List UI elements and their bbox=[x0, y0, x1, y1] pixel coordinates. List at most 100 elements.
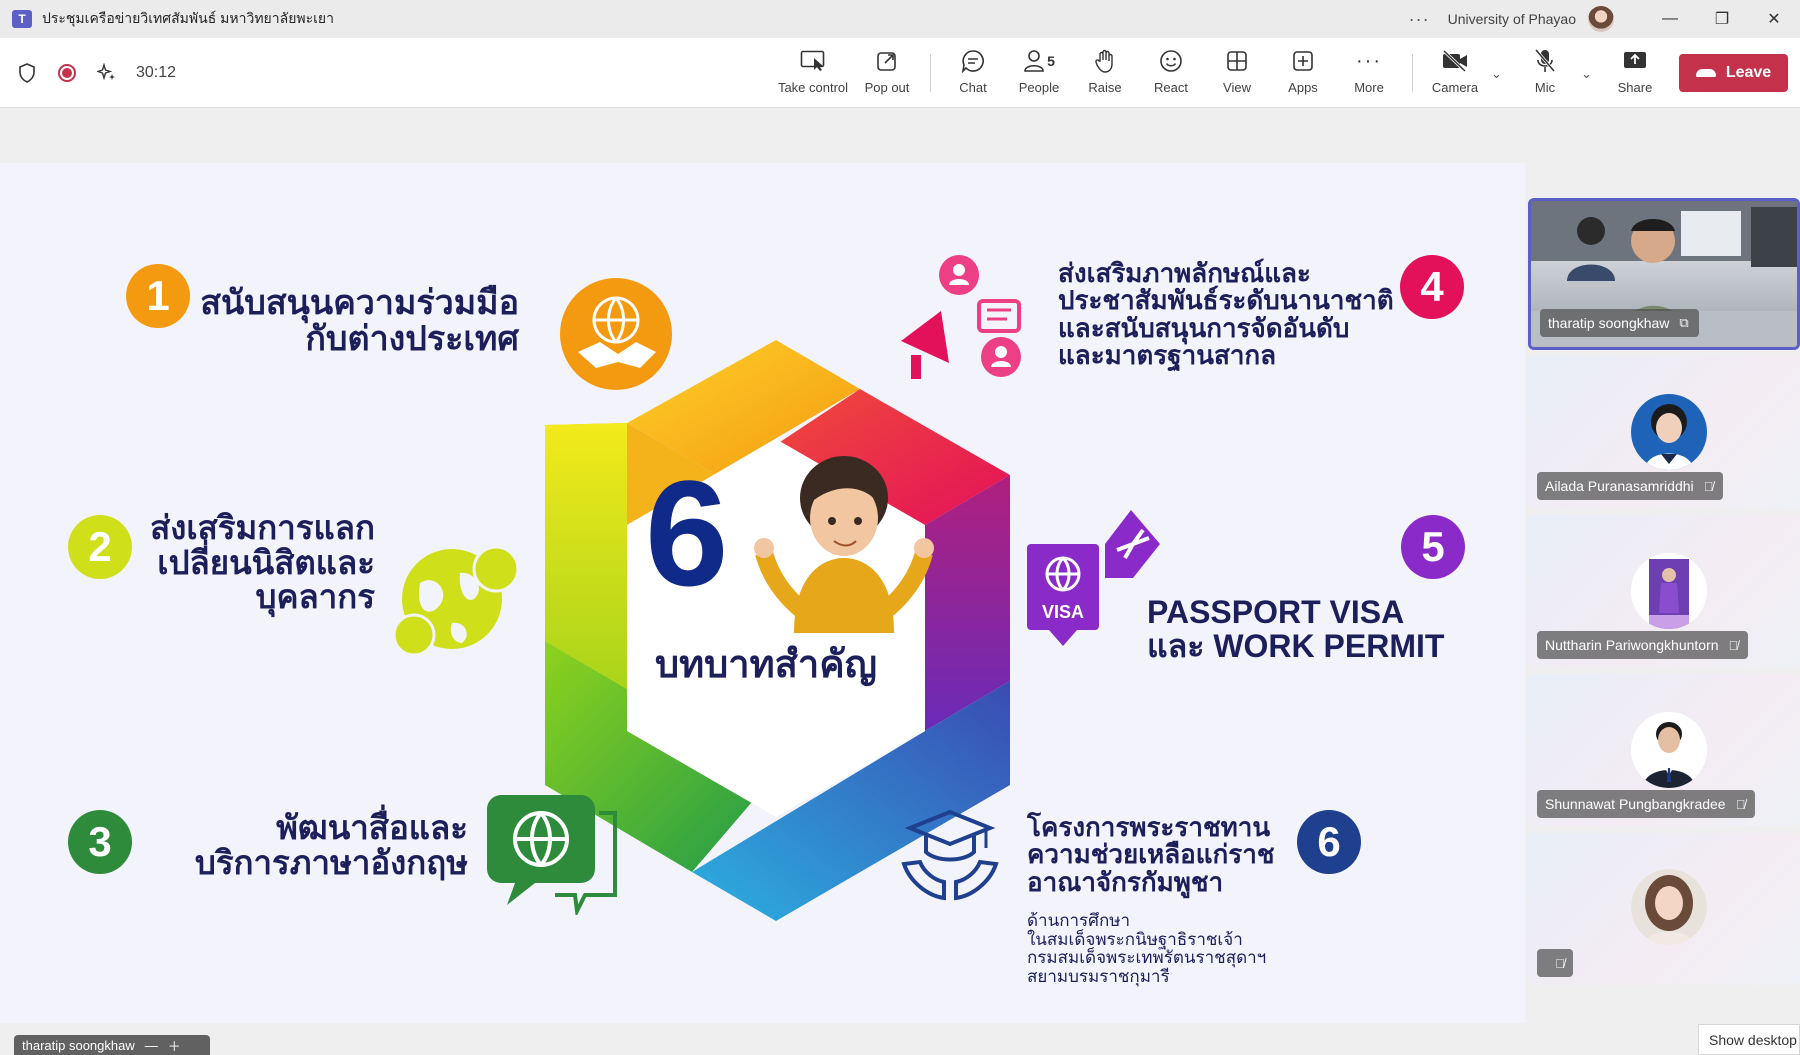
share-button[interactable]: Share bbox=[1598, 46, 1672, 102]
minimize-icon[interactable]: — bbox=[1644, 0, 1696, 38]
participant-avatar bbox=[1631, 869, 1707, 945]
item-4-line-4: และมาตรฐานสากล bbox=[1058, 339, 1277, 370]
item-2-line-3: บุคลากร bbox=[255, 578, 375, 616]
participant-tile[interactable]: Nuttharin Pariwongkhuntorn 🎙̸ bbox=[1528, 515, 1800, 667]
item-6-title: โครงการพระราชทาน ความช่วยเหลือแก่ราช อาณ… bbox=[1027, 813, 1275, 897]
mic-options-chevron-icon[interactable]: ⌄ bbox=[1581, 66, 1592, 82]
item-6-line-3: อาณาจักรกัมพูชา bbox=[1027, 866, 1224, 897]
participant-tile[interactable]: Ailada Puranasamriddhi 🎙̸ bbox=[1528, 356, 1800, 508]
item-6-number-badge: 6 bbox=[1297, 810, 1361, 874]
item-2-line-1: ส่งเสริมการแลก bbox=[150, 509, 375, 546]
participant-name-tag: Nuttharin Pariwongkhuntorn 🎙̸ bbox=[1537, 631, 1749, 659]
participant-avatar bbox=[1631, 394, 1707, 470]
item-6-sub-line-4: สยามบรมราชกุมารี bbox=[1027, 967, 1170, 987]
globe-people-icon bbox=[392, 545, 520, 657]
ellipsis-icon[interactable]: ··· bbox=[1409, 9, 1430, 30]
user-avatar[interactable] bbox=[1588, 6, 1614, 32]
mic-off-icon: 🎙̸ bbox=[1555, 955, 1565, 971]
expand-icon[interactable]: ＋ bbox=[168, 1036, 181, 1055]
participant-name-tag: Ailada Puranasamriddhi 🎙̸ bbox=[1537, 472, 1724, 500]
pop-out-icon bbox=[876, 46, 898, 76]
item-4-title: ส่งเสริมภาพลักษณ์และ ประชาสัมพันธ์ระดับน… bbox=[1058, 258, 1394, 370]
center-number: 6 bbox=[645, 449, 729, 617]
people-count: 5 bbox=[1047, 53, 1055, 69]
visa-label: VISA bbox=[1042, 602, 1084, 622]
shield-icon[interactable] bbox=[16, 62, 38, 84]
hand-icon bbox=[1094, 46, 1116, 76]
participant-name-tag: 🎙̸ bbox=[1537, 949, 1573, 977]
view-button[interactable]: View bbox=[1200, 46, 1274, 102]
handshake-globe-icon bbox=[560, 278, 672, 390]
item-2-title: ส่งเสริมการแลก เปลี่ยนนิสิตและ บุคลากร bbox=[150, 509, 375, 616]
grid-icon bbox=[1226, 46, 1248, 76]
meeting-toolbar: 30:12 Take control Pop out Chat 5 People… bbox=[0, 38, 1800, 108]
participant-tile[interactable]: 🎙̸ bbox=[1528, 833, 1800, 985]
more-button[interactable]: ··· More bbox=[1332, 46, 1406, 102]
item-3-number-badge: 3 bbox=[68, 810, 132, 874]
window-title: ประชุมเครือข่ายวิเทศสัมพันธ์ มหาวิทยาลัย… bbox=[42, 10, 334, 26]
self-view-bar[interactable]: tharatip soongkhaw — ＋ bbox=[14, 1035, 210, 1055]
raise-hand-button[interactable]: Raise bbox=[1068, 46, 1142, 102]
participant-name-tag: Shunnawat Pungbangkradee 🎙̸ bbox=[1537, 790, 1756, 818]
screen-share-icon: ⧉ bbox=[1679, 315, 1689, 330]
phone-hangup-icon bbox=[1695, 69, 1716, 77]
organization-name[interactable]: University of Phayao bbox=[1448, 11, 1576, 27]
item-4-line-1: ส่งเสริมภาพลักษณ์และ bbox=[1058, 258, 1311, 288]
item-3-title: พัฒนาสื่อและ บริการภาษาอังกฤษ bbox=[194, 810, 468, 881]
apps-button[interactable]: Apps bbox=[1266, 46, 1340, 102]
self-view-name: tharatip soongkhaw bbox=[22, 1037, 135, 1053]
item-5-line-2: และ WORK PERMIT bbox=[1147, 627, 1445, 664]
restore-icon[interactable]: ❐ bbox=[1696, 0, 1748, 38]
mic-off-icon: 🎙̸ bbox=[1728, 637, 1739, 653]
item-5-number-badge: 5 bbox=[1401, 515, 1465, 579]
show-desktop-button[interactable]: Show desktop bbox=[1698, 1024, 1800, 1055]
item-1-line-2: กับต่างประเทศ bbox=[305, 319, 519, 358]
item-3-line-2: บริการภาษาอังกฤษ bbox=[194, 843, 468, 881]
item-1-title: สนับสนุนความร่วมมือ กับต่างประเทศ bbox=[200, 284, 519, 358]
participant-name: Shunnawat Pungbangkradee bbox=[1545, 796, 1726, 812]
language-chat-globe-icon bbox=[487, 795, 617, 915]
camera-button[interactable]: Camera bbox=[1418, 46, 1492, 102]
window-titlebar: T ประชุมเครือข่ายวิเทศสัมพันธ์ มหาวิทยาล… bbox=[0, 0, 1800, 38]
sparkle-icon[interactable] bbox=[96, 62, 118, 84]
recording-icon[interactable] bbox=[56, 62, 78, 84]
item-2-line-2: เปลี่ยนนิสิตและ bbox=[157, 543, 375, 581]
take-control-button[interactable]: Take control bbox=[776, 46, 850, 102]
people-button[interactable]: 5 People bbox=[1002, 46, 1076, 102]
meeting-timer: 30:12 bbox=[136, 64, 177, 81]
react-button[interactable]: React bbox=[1134, 46, 1208, 102]
camera-options-chevron-icon[interactable]: ⌄ bbox=[1491, 66, 1502, 82]
smile-icon bbox=[1159, 46, 1183, 76]
more-label: More bbox=[1354, 80, 1384, 95]
minimize-icon[interactable]: — bbox=[145, 1038, 158, 1053]
people-label: People bbox=[1018, 80, 1060, 95]
leave-button[interactable]: Leave bbox=[1679, 54, 1788, 92]
participant-tile[interactable]: Shunnawat Pungbangkradee 🎙̸ bbox=[1528, 674, 1800, 826]
mic-off-icon bbox=[1534, 46, 1556, 76]
participant-name: Ailada Puranasamriddhi bbox=[1545, 478, 1694, 494]
apps-label: Apps bbox=[1288, 80, 1318, 95]
mic-off-icon: 🎙̸ bbox=[1735, 796, 1746, 812]
view-label: View bbox=[1223, 80, 1251, 95]
ellipsis-icon: ··· bbox=[1356, 49, 1382, 72]
participant-tile-video[interactable]: tharatip soongkhaw ⧉ bbox=[1528, 198, 1800, 350]
passport-visa-icon: VISA bbox=[1027, 510, 1160, 646]
camera-label: Camera bbox=[1431, 80, 1479, 95]
item-1-line-1: สนับสนุนความร่วมมือ bbox=[200, 284, 519, 322]
item-6-subtitle: ด้านการศึกษา ในสมเด็จพระกนิษฐาธิราชเจ้า … bbox=[1027, 911, 1266, 987]
item-1-number-badge: 1 bbox=[126, 264, 190, 328]
close-icon[interactable]: ✕ bbox=[1748, 0, 1800, 38]
item-6-sub-line-2: ในสมเด็จพระกนิษฐาธิราชเจ้า bbox=[1027, 929, 1243, 949]
take-control-icon bbox=[800, 46, 826, 76]
mic-button[interactable]: Mic bbox=[1508, 46, 1582, 102]
people-icon: 5 bbox=[1023, 46, 1055, 76]
participant-name-tag: tharatip soongkhaw ⧉ bbox=[1540, 309, 1699, 337]
chat-button[interactable]: Chat bbox=[936, 46, 1010, 102]
leave-label: Leave bbox=[1725, 64, 1772, 81]
item-5-line-1: PASSPORT VISA bbox=[1147, 594, 1405, 630]
pop-out-label: Pop out bbox=[864, 80, 910, 95]
share-label: Share bbox=[1617, 80, 1653, 95]
pop-out-button[interactable]: Pop out bbox=[850, 46, 924, 102]
presenter-character-illustration bbox=[754, 456, 934, 633]
item-2-number-badge: 2 bbox=[68, 515, 132, 579]
